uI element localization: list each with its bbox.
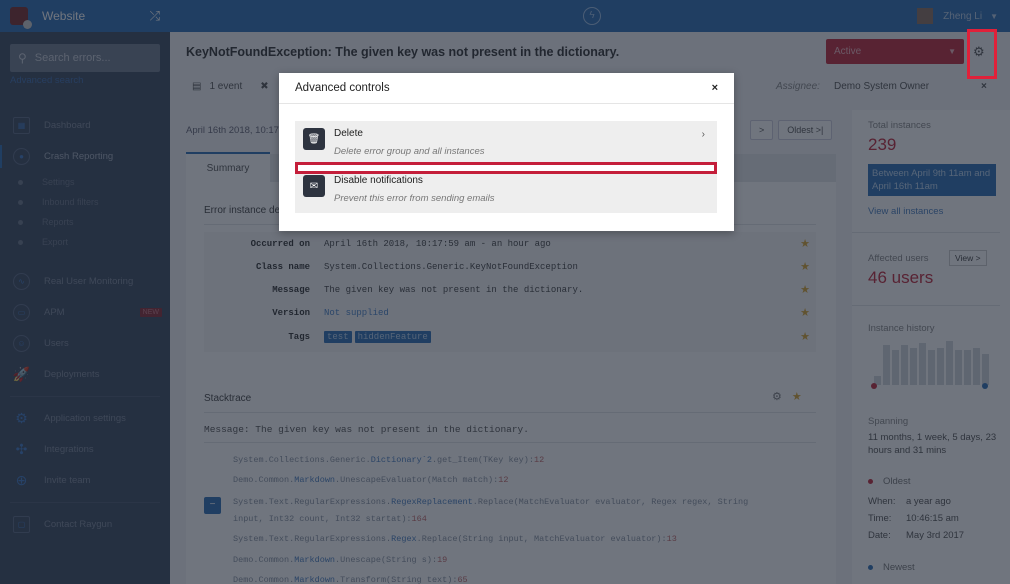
option-text: Disable notifications Prevent this error… [334,175,495,205]
highlight-box [967,29,997,79]
disable-notifications-option[interactable]: ✉ Disable notifications Prevent this err… [295,168,717,212]
modal-header: Advanced controls × [279,73,734,104]
option-description: Delete error group and all instances [334,146,485,157]
advanced-controls-modal: Advanced controls × 🗑 Delete Delete erro… [279,73,734,231]
option-text: Delete Delete error group and all instan… [334,128,485,158]
option-title: Disable notifications [334,175,423,186]
highlight-box [295,162,717,174]
close-icon[interactable]: × [712,82,718,94]
trash-icon: 🗑 [303,128,325,150]
delete-option[interactable]: 🗑 Delete Delete error group and all inst… [295,121,717,165]
modal-title: Advanced controls [295,82,390,94]
chevron-right-icon: › [701,129,705,140]
mail-icon: ✉ [303,175,325,197]
app-root: Website ⤮ ⚲ Advanced search ▦ Dashboard … [0,0,1010,584]
option-title: Delete [334,128,363,139]
option-description: Prevent this error from sending emails [334,193,495,204]
